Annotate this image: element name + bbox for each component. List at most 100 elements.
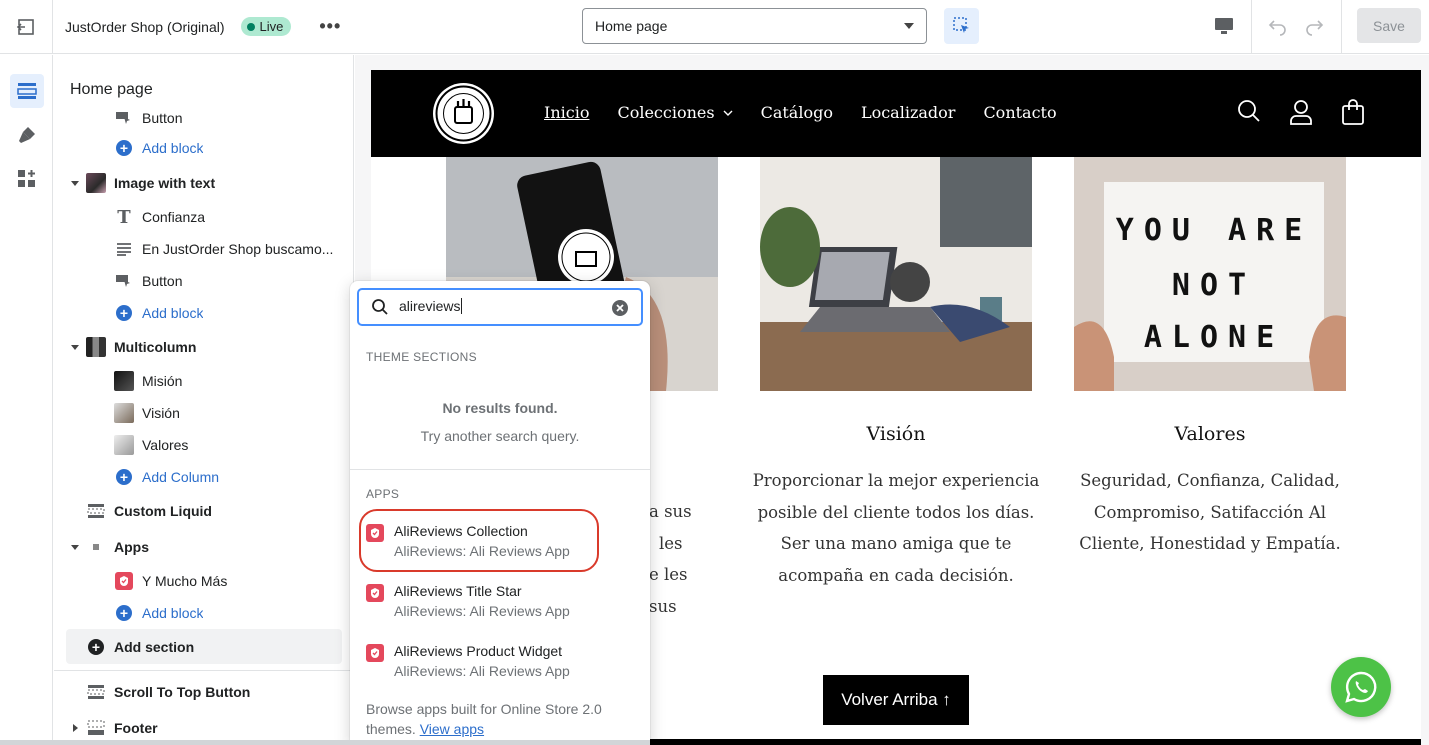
undo-icon bbox=[1268, 20, 1286, 36]
tree-block-button[interactable]: Button bbox=[54, 103, 353, 133]
tree-block-app[interactable]: Y Mucho Más bbox=[54, 566, 353, 596]
exit-button[interactable] bbox=[0, 0, 53, 54]
app-result-item[interactable]: AliReviews Product Widget AliReviews: Al… bbox=[366, 641, 636, 691]
account-icon[interactable] bbox=[1289, 99, 1313, 125]
rail-highlight bbox=[9, 74, 44, 108]
chevron-down-icon bbox=[71, 344, 79, 350]
search-icon[interactable] bbox=[1237, 99, 1261, 123]
plus-circle-icon: + bbox=[114, 467, 134, 487]
chevron-down-icon bbox=[71, 544, 79, 550]
tree-section-scroll-to-top[interactable]: Scroll To Top Button bbox=[54, 677, 353, 707]
tree-section-image-with-text[interactable]: Image with text bbox=[54, 168, 353, 198]
section-placeholder-icon bbox=[86, 501, 106, 521]
browse-apps-text: Browse apps built for Online Store 2.0 t… bbox=[366, 699, 636, 739]
tree-section-multicolumn[interactable]: Multicolumn bbox=[54, 332, 353, 362]
store-header: Inicio Colecciones Catálogo Localizador … bbox=[371, 70, 1421, 157]
text-fragment: e les bbox=[649, 565, 688, 584]
more-actions-button[interactable]: ••• bbox=[319, 16, 341, 37]
add-column-button[interactable]: + Add Column bbox=[54, 462, 353, 492]
paragraph-icon bbox=[114, 239, 134, 259]
section-search-field[interactable]: alireviews bbox=[357, 288, 643, 326]
tree-label: Valores bbox=[142, 437, 189, 453]
app-embeds-button[interactable] bbox=[0, 157, 53, 201]
plus-circle-icon: + bbox=[114, 603, 134, 623]
theme-settings-button[interactable] bbox=[0, 113, 53, 157]
divider bbox=[1341, 0, 1342, 54]
store-logo[interactable] bbox=[433, 83, 494, 144]
add-block-button[interactable]: + Add block bbox=[54, 133, 353, 163]
vision-image bbox=[760, 157, 1032, 391]
undo-button[interactable] bbox=[1264, 12, 1292, 40]
tree-label: Add block bbox=[142, 140, 204, 156]
page-selector[interactable]: Home page bbox=[582, 8, 927, 44]
save-button[interactable]: Save bbox=[1357, 8, 1421, 43]
horizontal-scrollbar[interactable] bbox=[0, 740, 650, 745]
alireviews-icon bbox=[366, 644, 384, 662]
text-fragment: a sus bbox=[649, 502, 692, 521]
cart-icon[interactable] bbox=[1341, 99, 1365, 125]
tree-block-heading[interactable]: T Confianza bbox=[54, 202, 353, 232]
text-icon: T bbox=[117, 206, 131, 228]
inspector-button[interactable] bbox=[944, 8, 979, 44]
clear-search-icon[interactable] bbox=[611, 299, 629, 322]
footer-icon bbox=[86, 718, 106, 738]
valores-sign-line: YOU ARE bbox=[1116, 213, 1312, 248]
app-result-subtitle: AliReviews: Ali Reviews App bbox=[394, 603, 570, 619]
divider bbox=[54, 670, 353, 671]
valores-image: YOU ARE NOT ALONE bbox=[1074, 157, 1346, 391]
nav-link[interactable]: Contacto bbox=[983, 103, 1056, 122]
tree-label: Custom Liquid bbox=[114, 503, 212, 519]
tree-label: Button bbox=[142, 110, 183, 126]
tree-block-column[interactable]: Valores bbox=[54, 430, 353, 460]
tree-label: Confianza bbox=[142, 209, 206, 225]
tree-section-custom-liquid[interactable]: Custom Liquid bbox=[54, 496, 353, 526]
column-text: Proporcionar la mejor experiencia posibl… bbox=[752, 471, 1040, 585]
header-icons bbox=[1237, 99, 1365, 125]
add-section-row[interactable]: + Add section bbox=[54, 632, 353, 662]
tree-block-button[interactable]: Button bbox=[54, 266, 353, 296]
tree-label: Footer bbox=[114, 720, 158, 736]
add-block-button[interactable]: + Add block bbox=[54, 298, 353, 328]
chevron-right-icon bbox=[73, 724, 78, 732]
search-input[interactable]: alireviews bbox=[399, 298, 463, 314]
text-caret bbox=[461, 298, 463, 314]
nav-link[interactable]: Colecciones bbox=[617, 103, 733, 122]
plus-circle-icon: + bbox=[114, 303, 134, 323]
tree-block-column[interactable]: Misión bbox=[54, 366, 353, 396]
tree-label: Apps bbox=[114, 539, 149, 555]
whatsapp-button[interactable] bbox=[1331, 657, 1391, 717]
view-apps-link[interactable]: View apps bbox=[420, 721, 484, 737]
tree-label: Add block bbox=[142, 305, 204, 321]
tree-label: En JustOrder Shop buscamo... bbox=[142, 241, 334, 257]
desktop-view-button[interactable] bbox=[1208, 12, 1240, 40]
button-icon bbox=[114, 271, 134, 291]
select-cursor-icon bbox=[952, 17, 969, 33]
sections-nav-button[interactable] bbox=[0, 69, 53, 113]
chevron-down-icon bbox=[904, 23, 914, 29]
search-icon bbox=[371, 298, 389, 321]
plus-circle-icon: + bbox=[114, 138, 134, 158]
app-result-item[interactable]: AliReviews Title Star AliReviews: Ali Re… bbox=[366, 581, 636, 631]
nav-link[interactable]: Localizador bbox=[861, 103, 955, 122]
nav-link[interactable]: Inicio bbox=[544, 103, 589, 122]
section-thumbnail bbox=[86, 337, 106, 357]
section-placeholder-icon bbox=[86, 682, 106, 702]
button-icon bbox=[114, 108, 134, 128]
section-thumbnail bbox=[86, 173, 106, 193]
nav-link[interactable]: Catálogo bbox=[761, 103, 833, 122]
text-fragment: sus bbox=[649, 596, 677, 616]
tree-block-text[interactable]: En JustOrder Shop buscamo... bbox=[54, 234, 353, 264]
alireviews-icon bbox=[114, 571, 134, 591]
app-result-title: AliReviews Product Widget bbox=[394, 643, 563, 659]
tree-section-apps[interactable]: Apps bbox=[54, 532, 353, 562]
redo-button[interactable] bbox=[1300, 12, 1328, 40]
chevron-down-icon bbox=[71, 180, 79, 186]
tree-block-column[interactable]: Visión bbox=[54, 398, 353, 428]
sections-sidebar: Home page Button + Add block Image with … bbox=[54, 55, 354, 745]
back-to-top-button[interactable]: Volver Arriba ↑ bbox=[823, 675, 969, 725]
tree-section-footer[interactable]: Footer bbox=[54, 713, 353, 743]
left-rail bbox=[0, 55, 53, 745]
add-block-button[interactable]: + Add block bbox=[54, 598, 353, 628]
live-dot-icon bbox=[246, 22, 255, 31]
tree-label: Add section bbox=[114, 639, 195, 655]
